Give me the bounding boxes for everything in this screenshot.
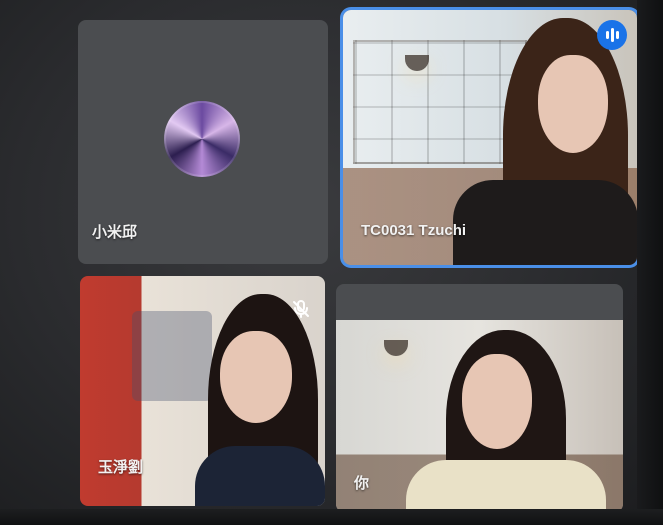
participant-name: 你 xyxy=(354,475,370,492)
participant-video xyxy=(336,320,623,512)
participant-name: TC0031 Tzuchi xyxy=(361,222,467,239)
participant-clothing xyxy=(453,180,637,265)
background-lamp xyxy=(384,340,408,356)
participant-face xyxy=(220,331,292,423)
background-clutter xyxy=(132,311,212,401)
participant-clothing xyxy=(195,446,325,506)
participant-clothing xyxy=(406,460,606,512)
monitor-bezel-right xyxy=(637,0,663,525)
speaking-icon xyxy=(597,20,627,50)
participant-tile-1[interactable]: 小米邱 xyxy=(78,20,328,264)
participant-tile-2[interactable]: TC0031 Tzuchi xyxy=(343,10,637,265)
mic-off-icon xyxy=(290,298,312,320)
participant-tile-4[interactable]: 你 xyxy=(336,284,623,512)
monitor-bezel-bottom xyxy=(0,509,663,525)
participant-name: 小米邱 xyxy=(92,224,138,241)
participant-tile-3[interactable]: 玉淨劉 xyxy=(80,276,325,506)
participant-face xyxy=(538,55,608,153)
participant-name: 玉淨劉 xyxy=(98,459,144,476)
background-window xyxy=(353,40,527,164)
video-call-grid: 小米邱 TC0031 Tzuchi 玉淨劉 你 xyxy=(0,0,663,525)
participant-avatar xyxy=(164,101,240,177)
participant-face xyxy=(462,354,532,449)
